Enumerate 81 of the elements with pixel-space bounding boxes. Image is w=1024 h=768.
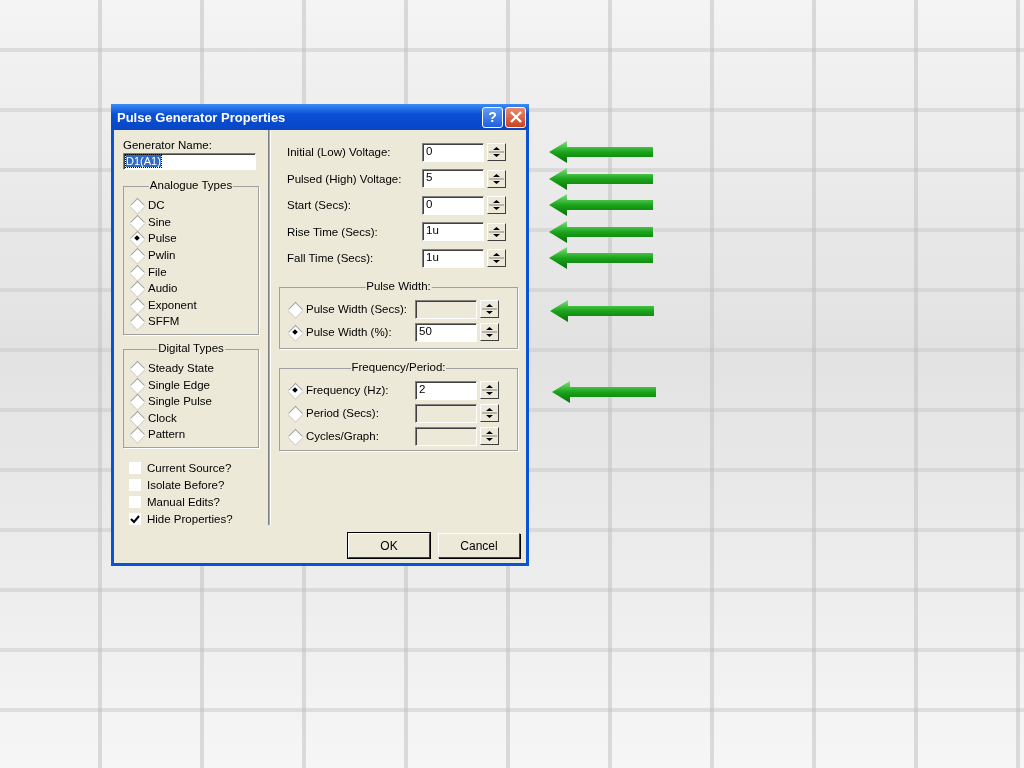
field-label: Rise Time (Secs): bbox=[287, 225, 379, 238]
input-field[interactable]: 0 bbox=[422, 195, 484, 215]
checkbox-label: Isolate Before? bbox=[147, 479, 225, 492]
checkbox-label: Hide Properties? bbox=[147, 513, 233, 526]
name-field[interactable]: D1(A1) bbox=[123, 153, 256, 170]
option-label: Steady State bbox=[148, 362, 214, 375]
field-label: Start (Secs): bbox=[287, 199, 352, 212]
radio-button[interactable] bbox=[130, 377, 144, 392]
input-field[interactable]: 2 bbox=[415, 380, 477, 400]
dialog-button[interactable]: OK bbox=[348, 533, 430, 558]
help-button[interactable]: ? bbox=[482, 106, 503, 128]
input-field[interactable]: 50 bbox=[415, 322, 477, 342]
option-label: Pulse Width (Secs): bbox=[306, 303, 407, 315]
spinner-button[interactable] bbox=[487, 222, 506, 241]
option-label: Cycles/Graph: bbox=[306, 430, 379, 442]
close-icon bbox=[509, 111, 522, 123]
option-label: Pwlin bbox=[148, 249, 176, 262]
radio-button[interactable] bbox=[130, 410, 144, 425]
checkbox-label: Current Source? bbox=[147, 462, 232, 475]
field-label: Pulsed (High) Voltage: bbox=[287, 172, 403, 185]
input-field[interactable]: 0 bbox=[422, 142, 484, 162]
input-field[interactable]: 1u bbox=[422, 248, 484, 268]
input-field[interactable]: 5 bbox=[422, 169, 484, 189]
radio-button[interactable] bbox=[130, 198, 144, 213]
radio-button[interactable] bbox=[130, 281, 144, 296]
field-label: Generator Name: bbox=[123, 139, 213, 151]
radio-button[interactable] bbox=[130, 231, 144, 246]
option-label: Pulse Width (%): bbox=[306, 326, 392, 338]
option-label: SFFM bbox=[148, 315, 180, 328]
option-label: DC bbox=[148, 199, 165, 212]
group-title: Digital Types bbox=[157, 341, 225, 354]
close-button[interactable] bbox=[505, 106, 526, 128]
radio-button[interactable] bbox=[288, 325, 302, 339]
checkbox[interactable] bbox=[129, 513, 141, 526]
dialog-button[interactable]: Cancel bbox=[438, 533, 520, 558]
radio-button[interactable] bbox=[130, 427, 144, 442]
radio-button[interactable] bbox=[130, 214, 144, 229]
radio-button[interactable] bbox=[130, 361, 144, 376]
spinner-button[interactable] bbox=[487, 143, 506, 162]
option-label: Sine bbox=[148, 215, 172, 228]
spinner-button[interactable] bbox=[480, 427, 499, 445]
input-field[interactable]: 1u bbox=[422, 222, 484, 242]
input-field[interactable] bbox=[415, 426, 477, 446]
radio-button[interactable] bbox=[130, 264, 144, 279]
spinner-button[interactable] bbox=[487, 169, 506, 188]
radio-button[interactable] bbox=[288, 406, 302, 420]
group-title: Frequency/Period: bbox=[350, 360, 447, 373]
field-label: Fall Time (Secs): bbox=[287, 252, 375, 265]
radio-button[interactable] bbox=[288, 429, 302, 443]
option-label: Single Pulse bbox=[148, 395, 212, 408]
spinner-button[interactable] bbox=[480, 300, 499, 318]
option-label: Clock bbox=[148, 411, 177, 424]
checkbox[interactable] bbox=[129, 479, 141, 492]
checkbox-label: Manual Edits? bbox=[147, 496, 220, 509]
spinner-button[interactable] bbox=[480, 323, 499, 341]
group-title: Analogue Types bbox=[148, 179, 234, 191]
option-label: Pulse bbox=[148, 232, 177, 245]
radio-button[interactable] bbox=[130, 297, 144, 312]
radio-button[interactable] bbox=[288, 302, 302, 316]
option-label: Audio bbox=[148, 282, 178, 295]
option-label: Period (Secs): bbox=[306, 407, 379, 419]
radio-button[interactable] bbox=[130, 248, 144, 263]
group-title: Pulse Width: bbox=[365, 279, 432, 292]
option-label: Frequency (Hz): bbox=[306, 384, 389, 396]
spinner-button[interactable] bbox=[487, 196, 506, 215]
radio-button[interactable] bbox=[288, 383, 302, 397]
radio-button[interactable] bbox=[130, 314, 144, 329]
spinner-button[interactable] bbox=[480, 381, 499, 399]
spinner-button[interactable] bbox=[480, 404, 499, 422]
checkbox[interactable] bbox=[129, 462, 141, 475]
checkbox[interactable] bbox=[129, 496, 141, 509]
option-label: Pattern bbox=[148, 428, 186, 441]
window-title: Pulse Generator Properties bbox=[117, 109, 287, 125]
field-label: Initial (Low) Voltage: bbox=[287, 146, 392, 159]
spinner-button[interactable] bbox=[487, 249, 506, 268]
option-label: File bbox=[148, 265, 167, 278]
option-label: Single Edge bbox=[148, 378, 211, 391]
radio-button[interactable] bbox=[130, 394, 144, 409]
input-field[interactable] bbox=[415, 403, 477, 423]
input-field[interactable] bbox=[415, 299, 477, 319]
option-label: Exponent bbox=[148, 298, 197, 311]
